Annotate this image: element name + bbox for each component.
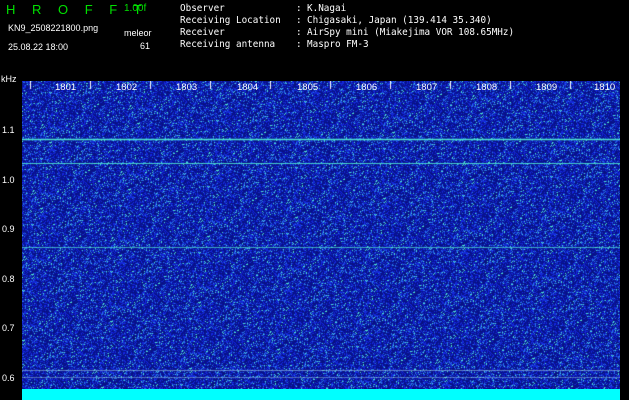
info-label-location: Receiving Location — [180, 15, 281, 26]
x-tick-label: 1809 — [536, 82, 558, 93]
app-version: 1.00f — [124, 3, 147, 14]
info-label-antenna: Receiving antenna — [180, 39, 276, 50]
x-tick-label: 1803 — [176, 82, 198, 93]
x-tick-label: 1807 — [416, 82, 438, 93]
y-tick-label: 0.7 — [2, 323, 15, 333]
spectrogram-plot — [22, 81, 620, 389]
meleor-label: meleor — [124, 28, 152, 38]
x-tick-label: 1810 — [594, 82, 616, 93]
info-colon: : — [296, 3, 302, 14]
info-value-observer: K.Nagai — [307, 3, 347, 14]
x-tick-label: 1801 — [55, 82, 77, 93]
meleor-value: 61 — [140, 41, 151, 51]
info-colon: : — [296, 39, 302, 50]
y-tick-label: 0.8 — [2, 274, 15, 284]
y-tick-label: 1.0 — [2, 175, 15, 185]
x-tick-label: 1804 — [237, 82, 259, 93]
y-tick-label: 0.6 — [2, 373, 15, 383]
y-tick-label: 1.1 — [2, 125, 15, 135]
right-margin — [620, 78, 629, 400]
info-colon: : — [296, 15, 302, 26]
y-tick-label: 0.9 — [2, 224, 15, 234]
bottom-strip — [22, 389, 620, 400]
x-tick-label: 1808 — [476, 82, 498, 93]
header-panel: H R O F F T 1.00f KN9_2508221800.png mel… — [0, 0, 629, 78]
info-label-observer: Observer — [180, 3, 225, 14]
x-tick-label: 1802 — [116, 82, 138, 93]
file-name: KN9_2508221800.png — [8, 23, 99, 33]
y-axis-unit: kHz — [1, 74, 17, 84]
info-value-location: Chigasaki, Japan (139.414 35.340) — [307, 15, 492, 26]
x-tick-label: 1805 — [297, 82, 319, 93]
date-time: 25.08.22 18:00 — [8, 42, 69, 52]
info-colon: : — [296, 27, 302, 38]
x-tick-label: 1806 — [356, 82, 378, 93]
info-value-antenna: Maspro FM-3 — [307, 39, 369, 50]
info-value-receiver: AirSpy mini (Miakejima VOR 108.65MHz) — [307, 27, 515, 38]
waterfall-canvas — [22, 81, 620, 389]
info-label-receiver: Receiver — [180, 27, 225, 38]
